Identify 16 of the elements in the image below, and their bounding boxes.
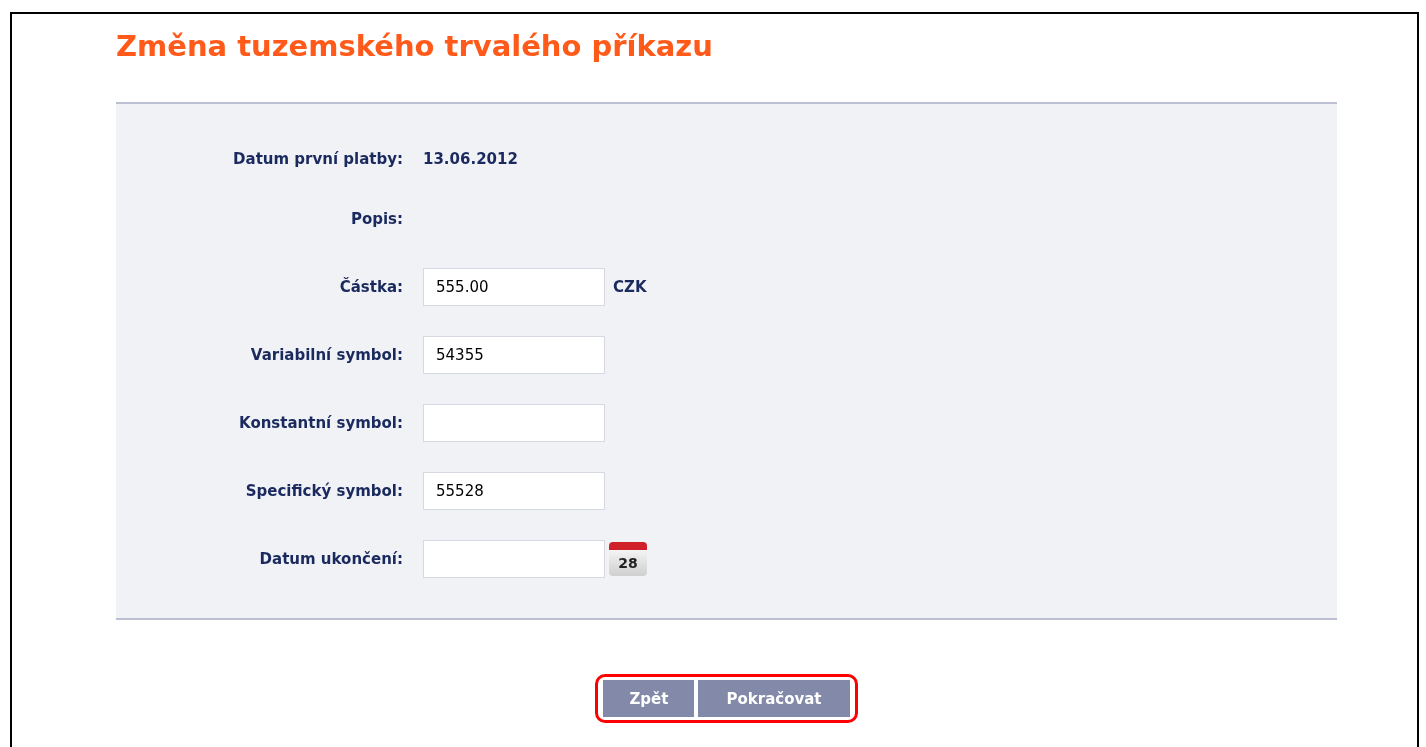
input-field[interactable]	[423, 404, 605, 443]
field-label: Specifický symbol:	[245, 482, 403, 501]
field-value: 13.06.2012	[423, 149, 518, 170]
date-field[interactable]	[423, 540, 605, 579]
input-field[interactable]: 555.00	[423, 268, 605, 307]
input-field[interactable]: 54355	[423, 336, 605, 375]
calendar-icon[interactable]: 28	[609, 542, 647, 577]
page-title: Změna tuzemského trvalého příkazu	[116, 28, 714, 65]
field-label: Variabilní symbol:	[250, 346, 403, 365]
field-label: Popis:	[350, 210, 403, 229]
input-field[interactable]: 55528	[423, 472, 605, 511]
field-label: Datum první platby:	[233, 150, 403, 169]
field-label: Datum ukončení:	[259, 550, 403, 569]
field-label: Částka:	[339, 278, 403, 297]
currency-label: CZK	[613, 277, 647, 298]
field-label: Konstantní symbol:	[239, 414, 403, 433]
